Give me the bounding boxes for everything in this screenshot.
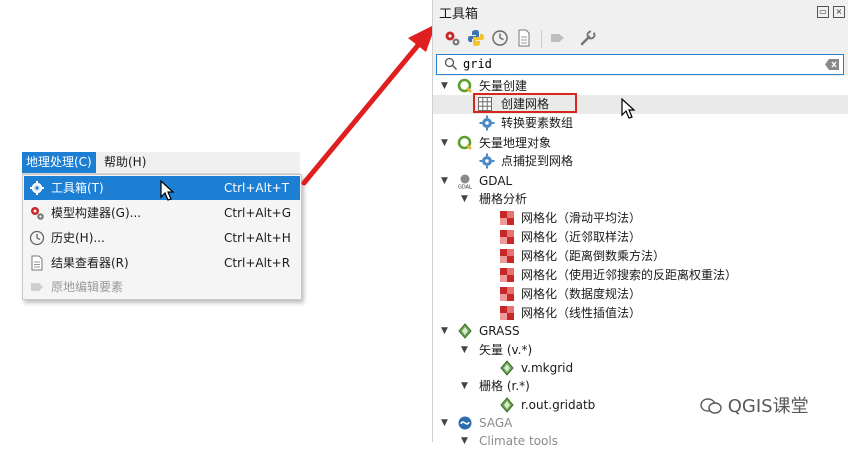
collapse-arrow-icon[interactable]: ▼ bbox=[441, 172, 451, 191]
grass-icon bbox=[500, 360, 514, 376]
toolbox-toolbar bbox=[433, 24, 848, 52]
tree-item-grid-2[interactable]: 网格化（距离倒数乘方法） bbox=[433, 247, 848, 266]
tree-label: v.mkgrid bbox=[521, 361, 574, 375]
tree-label: 矢量 (v.*) bbox=[479, 343, 533, 357]
watermark-text: QGIS课堂 bbox=[727, 396, 809, 417]
collapse-arrow-icon[interactable]: ▼ bbox=[461, 190, 471, 209]
toolbar-separator bbox=[541, 30, 542, 48]
raster-grid-icon bbox=[500, 230, 514, 244]
wechat-icon bbox=[700, 398, 722, 414]
tree-item-grid-0[interactable]: 网格化（滑动平均法） bbox=[433, 209, 848, 228]
collapse-arrow-icon[interactable]: ▼ bbox=[441, 322, 451, 341]
tree-item-convert-array[interactable]: 转换要素数组 bbox=[433, 114, 848, 133]
tree-label: 网格化（使用近邻搜索的反距离权重法） bbox=[521, 268, 738, 282]
svg-text:GDAL: GDAL bbox=[458, 185, 472, 190]
tree-item-grid-3[interactable]: 网格化（使用近邻搜索的反距离权重法） bbox=[433, 266, 848, 285]
mouse-cursor-icon bbox=[621, 98, 636, 119]
wrench-icon[interactable] bbox=[579, 29, 597, 47]
tree-label: 网格化（近邻取样法） bbox=[521, 230, 642, 244]
algorithm-tree: ▼ 矢量创建 创建网格 转换要素数组 ▼ 矢量地理对象 点捕捉到网格 ▼ GDA… bbox=[433, 76, 848, 448]
tree-label: 转换要素数组 bbox=[501, 116, 574, 130]
tree-label: 网格化（滑动平均法） bbox=[521, 211, 642, 225]
tree-item-grid-5[interactable]: 网格化（线性插值法） bbox=[433, 304, 848, 323]
grass-icon bbox=[500, 397, 514, 413]
tree-label: 栅格分析 bbox=[479, 192, 528, 206]
tree-label: 矢量地理对象 bbox=[479, 136, 552, 150]
raster-grid-icon bbox=[500, 268, 514, 282]
tree-item-grid-1[interactable]: 网格化（近邻取样法） bbox=[433, 228, 848, 247]
python-icon[interactable] bbox=[467, 29, 485, 47]
collapse-arrow-icon[interactable]: ▼ bbox=[441, 134, 451, 153]
raster-grid-icon bbox=[500, 249, 514, 263]
search-input[interactable] bbox=[463, 56, 803, 71]
tree-group-vector-geometry[interactable]: ▼ 矢量地理对象 bbox=[433, 134, 848, 153]
gear-icon bbox=[479, 153, 495, 169]
grass-icon bbox=[458, 323, 472, 339]
float-icon[interactable]: ▭ bbox=[817, 6, 829, 18]
tree-label: GDAL bbox=[479, 174, 513, 188]
tree-label: 网格化（数据度规法） bbox=[521, 287, 642, 301]
saga-icon bbox=[458, 416, 472, 430]
tree-group-grass[interactable]: ▼ GRASS bbox=[433, 322, 848, 341]
collapse-arrow-icon[interactable]: ▼ bbox=[461, 341, 471, 360]
history-clock-icon[interactable] bbox=[491, 29, 509, 47]
tree-item-grid-4[interactable]: 网格化（数据度规法） bbox=[433, 285, 848, 304]
gdal-icon: GDAL bbox=[458, 174, 472, 190]
tree-label: 点捕捉到网格 bbox=[501, 154, 574, 168]
search-box bbox=[436, 54, 844, 75]
tree-label: r.out.gridatb bbox=[521, 398, 596, 412]
raster-grid-icon bbox=[500, 287, 514, 301]
highlight-box bbox=[473, 93, 577, 113]
tree-label: 网格化（距离倒数乘方法） bbox=[521, 249, 666, 263]
tree-label: GRASS bbox=[479, 324, 520, 338]
close-icon[interactable]: × bbox=[833, 6, 845, 18]
qgis-icon bbox=[457, 135, 472, 150]
tree-label: 网格化（线性插值法） bbox=[521, 306, 642, 320]
results-document-icon[interactable] bbox=[515, 29, 533, 47]
tree-group-gdal[interactable]: ▼ GDAL GDAL bbox=[433, 172, 848, 191]
gear-icon bbox=[479, 115, 495, 131]
collapse-arrow-icon[interactable]: ▼ bbox=[441, 77, 451, 96]
edit-in-place-icon[interactable] bbox=[549, 29, 567, 47]
collapse-arrow-icon[interactable]: ▼ bbox=[461, 377, 471, 396]
watermark: QGIS课堂 bbox=[700, 392, 809, 418]
tree-item-v-mkgrid[interactable]: v.mkgrid bbox=[433, 359, 848, 378]
tree-group-raster-analysis[interactable]: ▼ 栅格分析 bbox=[433, 190, 848, 209]
search-icon bbox=[444, 57, 457, 70]
tree-label: 栅格 (r.*) bbox=[479, 379, 530, 393]
clear-search-icon[interactable] bbox=[825, 59, 839, 70]
panel-title: 工具箱 bbox=[439, 7, 479, 22]
tree-group-grass-vector[interactable]: ▼ 矢量 (v.*) bbox=[433, 341, 848, 360]
raster-grid-icon bbox=[500, 211, 514, 225]
model-gears-icon[interactable] bbox=[443, 29, 461, 47]
tree-item-snap-points[interactable]: 点捕捉到网格 bbox=[433, 152, 848, 171]
qgis-icon bbox=[457, 78, 472, 93]
raster-grid-icon bbox=[500, 306, 514, 320]
toolbox-panel: 工具箱 ▭ × grid ▼ 矢量创建 创建网格 转换要素数组 ▼ 矢量地理对象… bbox=[432, 0, 848, 448]
collapse-arrow-icon[interactable]: ▼ bbox=[441, 414, 451, 433]
tree-label: SAGA bbox=[479, 416, 513, 430]
